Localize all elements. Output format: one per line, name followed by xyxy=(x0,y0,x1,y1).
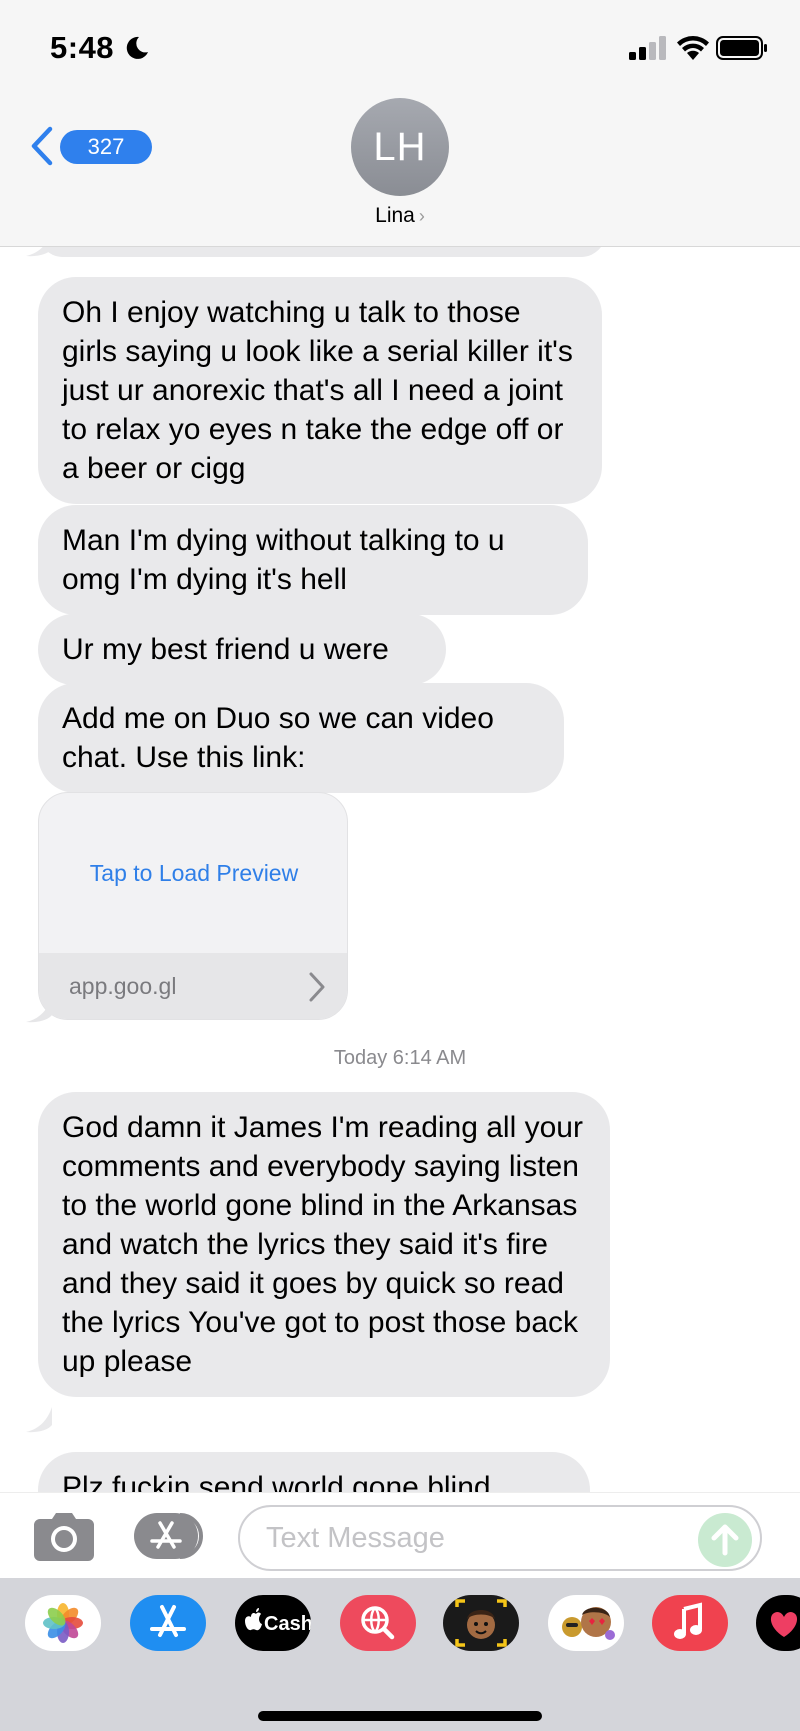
link-preview-card[interactable]: Tap to Load Preview app.goo.gl xyxy=(38,792,348,1020)
heart-icon xyxy=(770,1612,798,1637)
compose-bar: Text Message xyxy=(0,1492,800,1578)
app-store-app-button[interactable] xyxy=(130,1595,206,1651)
apple-cash-app-button[interactable]: Cash xyxy=(235,1595,311,1651)
cellular-signal-icon xyxy=(629,36,666,60)
do-not-disturb-moon-icon xyxy=(126,36,148,59)
message-bubble[interactable]: Man I'm dying without talking to u omg I… xyxy=(38,505,588,615)
music-note-icon xyxy=(674,1602,702,1639)
memoji-stickers-app-button[interactable] xyxy=(548,1595,624,1651)
tap-to-load-preview[interactable]: Tap to Load Preview xyxy=(39,793,347,953)
chevron-left-icon xyxy=(31,126,53,166)
app-store-icon xyxy=(150,1605,186,1637)
send-button[interactable] xyxy=(698,1513,752,1567)
memoji-stickers-icon xyxy=(562,1607,615,1640)
message-bubble[interactable]: Add me on Duo so we can video chat. Use … xyxy=(38,683,564,793)
navigation-header: 5:48 327 LH Lina › xyxy=(0,0,800,247)
digital-touch-app-button[interactable] xyxy=(756,1595,800,1651)
message-text: Plz fuckin send world gone blind xyxy=(62,1471,491,1492)
apple-cash-icon: Cash xyxy=(245,1608,311,1635)
link-preview-footer: app.goo.gl xyxy=(39,953,347,1019)
images-search-app-button[interactable] xyxy=(340,1595,416,1651)
app-store-icon[interactable] xyxy=(134,1513,206,1559)
message-text: Add me on Duo so we can video chat. Use … xyxy=(62,702,494,774)
message-text: Ur my best friend u were xyxy=(62,633,389,666)
bubble-tail xyxy=(26,997,52,1023)
home-indicator xyxy=(258,1711,542,1721)
photos-icon xyxy=(43,1603,83,1643)
contact-avatar[interactable]: LH xyxy=(351,98,449,196)
battery-icon xyxy=(716,36,767,60)
contact-name: Lina xyxy=(375,204,415,227)
photos-app-button[interactable] xyxy=(25,1595,101,1651)
link-url: app.goo.gl xyxy=(69,973,177,999)
contact-name-button[interactable]: Lina › xyxy=(0,204,800,228)
globe-search-icon xyxy=(361,1606,395,1640)
message-bubble[interactable]: Ur my best friend u were xyxy=(38,614,446,685)
wifi-icon xyxy=(677,36,709,60)
message-bubble[interactable]: God damn it James I'm reading all your c… xyxy=(38,1092,610,1397)
memoji-camera-app-button[interactable] xyxy=(443,1595,519,1651)
cash-label: Cash xyxy=(264,1613,311,1635)
chevron-right-icon xyxy=(309,972,325,1002)
memoji-camera-icon xyxy=(455,1599,507,1647)
message-thread[interactable]: Oh I enjoy watching u talk to those girl… xyxy=(0,247,800,1492)
chevron-right-icon: › xyxy=(418,206,425,226)
message-bubble[interactable]: Plz fuckin send world gone blind xyxy=(38,1452,590,1492)
message-input[interactable]: Text Message xyxy=(238,1505,762,1571)
message-text: God damn it James I'm reading all your c… xyxy=(62,1111,583,1378)
bubble-tail xyxy=(26,1407,52,1433)
arrow-up-icon xyxy=(711,1524,739,1556)
message-bubble-partial[interactable] xyxy=(38,247,606,257)
message-text: Man I'm dying without talking to u omg I… xyxy=(62,524,505,596)
message-text: Oh I enjoy watching u talk to those girl… xyxy=(62,296,573,485)
back-button[interactable]: 327 xyxy=(30,124,152,168)
message-bubble[interactable]: Oh I enjoy watching u talk to those girl… xyxy=(38,277,602,504)
message-timestamp: Today 6:14 AM xyxy=(333,1047,467,1069)
camera-icon[interactable] xyxy=(34,1513,94,1561)
music-app-button[interactable] xyxy=(652,1595,728,1651)
status-time: 5:48 xyxy=(50,30,115,65)
app-drawer: Cash xyxy=(0,1578,800,1731)
unread-count-badge: 327 xyxy=(60,130,152,164)
bubble-tail xyxy=(26,247,52,257)
